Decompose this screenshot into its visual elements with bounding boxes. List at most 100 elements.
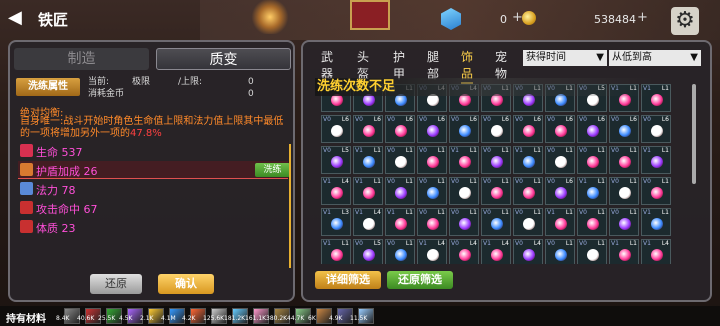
- item-rarity: V1: [355, 209, 363, 216]
- item-level: L6: [501, 116, 509, 123]
- item-slot[interactable]: V1 L1: [577, 177, 607, 205]
- item-slot[interactable]: V1 L4: [481, 239, 511, 264]
- reset-filter-button[interactable]: 还原筛选: [387, 271, 453, 289]
- attribute-row-shield[interactable]: 护盾加成 26 洗练: [18, 161, 290, 179]
- item-slot[interactable]: V0 L1: [385, 146, 415, 174]
- item-slot[interactable]: V0 L1: [417, 146, 447, 174]
- attribute-row-hp[interactable]: 生命 537: [18, 142, 288, 160]
- attribute-list: 生命 537 护盾加成 26 洗练 法力 78 攻击命中 67 体质 23: [18, 142, 290, 237]
- current-label: 当前:: [88, 77, 110, 87]
- item-level: L1: [533, 178, 541, 185]
- tab-helmet[interactable]: 头盔: [357, 48, 369, 82]
- item-slot[interactable]: V0 L6: [609, 115, 639, 143]
- item-slot[interactable]: V1 L1: [609, 239, 639, 264]
- item-slot[interactable]: V0 L6: [641, 115, 671, 143]
- item-rarity: V0: [355, 240, 363, 247]
- item-slot[interactable]: V1 L1: [449, 146, 479, 174]
- tab-weapon[interactable]: 武器: [321, 48, 333, 82]
- item-slot[interactable]: V0 L1: [609, 208, 639, 236]
- item-slot[interactable]: V1 L1: [641, 208, 671, 236]
- item-slot[interactable]: V1 L4: [353, 208, 383, 236]
- item-slot[interactable]: V0 L1: [417, 177, 447, 205]
- top-bar: ◀ 铁匠 0 + 538484 + ⚙: [0, 0, 720, 38]
- item-slot[interactable]: V0 L6: [321, 115, 351, 143]
- tab-pet[interactable]: 宠物: [495, 48, 507, 82]
- item-slot[interactable]: V1 L4: [321, 177, 351, 205]
- item-slot[interactable]: V0 L1: [481, 177, 511, 205]
- item-slot[interactable]: V0 L6: [481, 115, 511, 143]
- item-level: L4: [437, 240, 445, 247]
- material-count: 380.2K: [266, 315, 288, 322]
- item-slot[interactable]: V0 L1: [577, 208, 607, 236]
- item-slot[interactable]: V0 L1: [481, 146, 511, 174]
- material-count: 4.2K: [182, 315, 196, 322]
- item-slot[interactable]: V0 L6: [577, 115, 607, 143]
- item-slot[interactable]: V0 L6: [417, 115, 447, 143]
- detail-filter-button[interactable]: 详细筛选: [315, 271, 381, 289]
- item-slot[interactable]: V0 L1: [385, 177, 415, 205]
- item-slot[interactable]: V1 L1: [353, 177, 383, 205]
- item-slot[interactable]: V0 L6: [385, 115, 415, 143]
- sort-order-select[interactable]: 从低到高 ▼: [609, 50, 701, 66]
- item-slot[interactable]: V1 L3: [321, 208, 351, 236]
- item-slot[interactable]: V1 L1: [513, 146, 543, 174]
- sort-field-select[interactable]: 获得时间 ▼: [523, 50, 607, 66]
- item-slot[interactable]: V0 L1: [513, 208, 543, 236]
- gear-icon[interactable]: ⚙: [671, 7, 699, 35]
- item-slot[interactable]: V0 L1: [385, 239, 415, 264]
- add-coin-button[interactable]: +: [637, 10, 648, 25]
- target-icon: [20, 201, 33, 214]
- item-level: L1: [533, 147, 541, 154]
- wash-button[interactable]: 洗练: [255, 163, 290, 177]
- item-slot[interactable]: V1 L4: [417, 239, 447, 264]
- item-level: L1: [437, 209, 445, 216]
- attribute-row-mana[interactable]: 法力 78: [18, 180, 288, 198]
- attribute-scrollbar[interactable]: [289, 144, 291, 268]
- item-slot[interactable]: V0 L1: [609, 177, 639, 205]
- item-level: L4: [469, 240, 477, 247]
- item-slot[interactable]: V0 L1: [577, 146, 607, 174]
- item-slot[interactable]: V0 L1: [641, 177, 671, 205]
- tab-transform[interactable]: 质变: [156, 48, 291, 70]
- restore-button[interactable]: 还原: [90, 274, 142, 294]
- info-labels: 当前: 消耗金币: [88, 76, 124, 100]
- accessory-icon: [587, 218, 599, 230]
- item-slot[interactable]: V0 L5: [321, 146, 351, 174]
- item-slot[interactable]: V0 L1: [481, 208, 511, 236]
- item-slot[interactable]: V0 L1: [513, 177, 543, 205]
- item-slot[interactable]: V0 L1: [609, 146, 639, 174]
- attribute-row-hit[interactable]: 攻击命中 67: [18, 199, 288, 217]
- item-slot[interactable]: V0 L6: [513, 115, 543, 143]
- back-arrow-icon[interactable]: ◀: [8, 8, 26, 28]
- item-slot[interactable]: V0 L1: [417, 208, 447, 236]
- item-slot[interactable]: V0 L6: [353, 115, 383, 143]
- item-slot[interactable]: V0 L1: [577, 239, 607, 264]
- tab-legs[interactable]: 腿部: [427, 48, 439, 82]
- item-slot[interactable]: V0 L1: [545, 146, 575, 174]
- item-slot[interactable]: V1 L1: [321, 239, 351, 264]
- item-slot[interactable]: V1 L1: [385, 208, 415, 236]
- item-slot[interactable]: V0 L5: [353, 239, 383, 264]
- grid-scrollbar[interactable]: [692, 84, 696, 184]
- item-slot[interactable]: V0 L4: [513, 239, 543, 264]
- item-slot[interactable]: V1 L1: [641, 146, 671, 174]
- item-slot[interactable]: V0 L1: [449, 177, 479, 205]
- item-slot[interactable]: V0 L6: [449, 115, 479, 143]
- item-slot[interactable]: V1 L1: [353, 146, 383, 174]
- item-slot[interactable]: V0 L1: [545, 239, 575, 264]
- tab-armor[interactable]: 护甲: [393, 48, 405, 82]
- item-level: L1: [437, 178, 445, 185]
- item-slot[interactable]: V0 L4: [449, 239, 479, 264]
- item-slot[interactable]: V0 L6: [545, 115, 575, 143]
- attribute-row-constitution[interactable]: 体质 23: [18, 218, 288, 236]
- item-level: L4: [373, 209, 381, 216]
- item-slot[interactable]: V0 L1: [449, 208, 479, 236]
- accessory-icon: [587, 156, 599, 168]
- tab-craft[interactable]: 制造: [14, 48, 149, 70]
- accessory-icon: [459, 125, 471, 137]
- item-slot[interactable]: V1 L4: [641, 239, 671, 264]
- item-slot[interactable]: V1 L1: [545, 208, 575, 236]
- item-slot[interactable]: V0 L6: [545, 177, 575, 205]
- item-level: L1: [565, 147, 573, 154]
- confirm-button[interactable]: 确认: [158, 274, 214, 294]
